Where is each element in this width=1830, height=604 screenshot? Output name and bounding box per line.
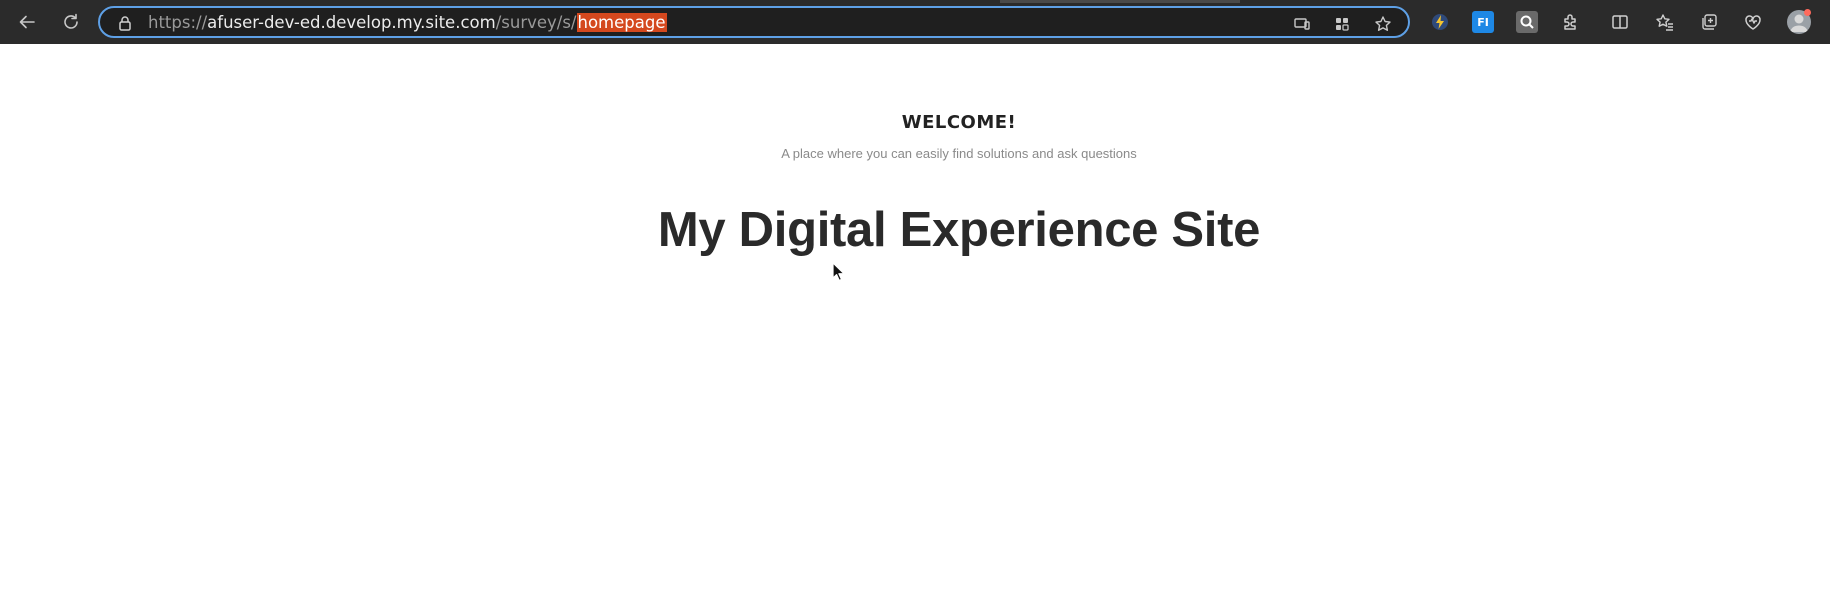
lock-icon[interactable]: [116, 14, 134, 32]
welcome-heading: WELCOME!: [901, 112, 1017, 133]
site-title: My Digital Experience Site: [657, 203, 1261, 257]
lightning-extension-icon[interactable]: [1429, 11, 1451, 33]
favorites-icon[interactable]: [1654, 11, 1676, 33]
url-prefix: https://: [148, 13, 208, 32]
address-bar[interactable]: https://afuser-dev-ed.develop.my.site.co…: [98, 6, 1410, 38]
screen-cast-icon[interactable]: [1293, 15, 1311, 33]
split-screen-icon[interactable]: [1609, 11, 1631, 33]
mouse-cursor-icon: [832, 262, 845, 281]
tagline-text: A place where you can easily find soluti…: [781, 146, 1137, 161]
back-button[interactable]: [9, 4, 45, 40]
url-text[interactable]: https://afuser-dev-ed.develop.my.site.co…: [148, 13, 667, 33]
app-grid-icon[interactable]: [1333, 15, 1351, 33]
browser-toolbar: https://afuser-dev-ed.develop.my.site.co…: [0, 0, 1830, 44]
page-content: WELCOME! A place where you can easily fi…: [0, 44, 1830, 604]
profile-notification-dot: [1804, 9, 1811, 16]
url-host: afuser-dev-ed.develop.my.site.com: [207, 13, 496, 32]
reload-icon: [64, 13, 78, 29]
reload-button[interactable]: [53, 4, 89, 40]
search-extension-icon[interactable]: [1516, 11, 1538, 33]
fi-extension-icon[interactable]: FI: [1472, 11, 1494, 33]
back-arrow-icon: [19, 15, 35, 29]
url-path: /survey/s/: [495, 13, 577, 32]
url-selected-segment: homepage: [576, 13, 667, 32]
browser-essentials-icon[interactable]: [1742, 11, 1764, 33]
puzzle-extensions-icon[interactable]: [1560, 11, 1582, 33]
tab-strip-edge: [1000, 0, 1240, 3]
favorite-star-icon[interactable]: [1374, 15, 1392, 33]
collections-icon[interactable]: [1698, 11, 1720, 33]
